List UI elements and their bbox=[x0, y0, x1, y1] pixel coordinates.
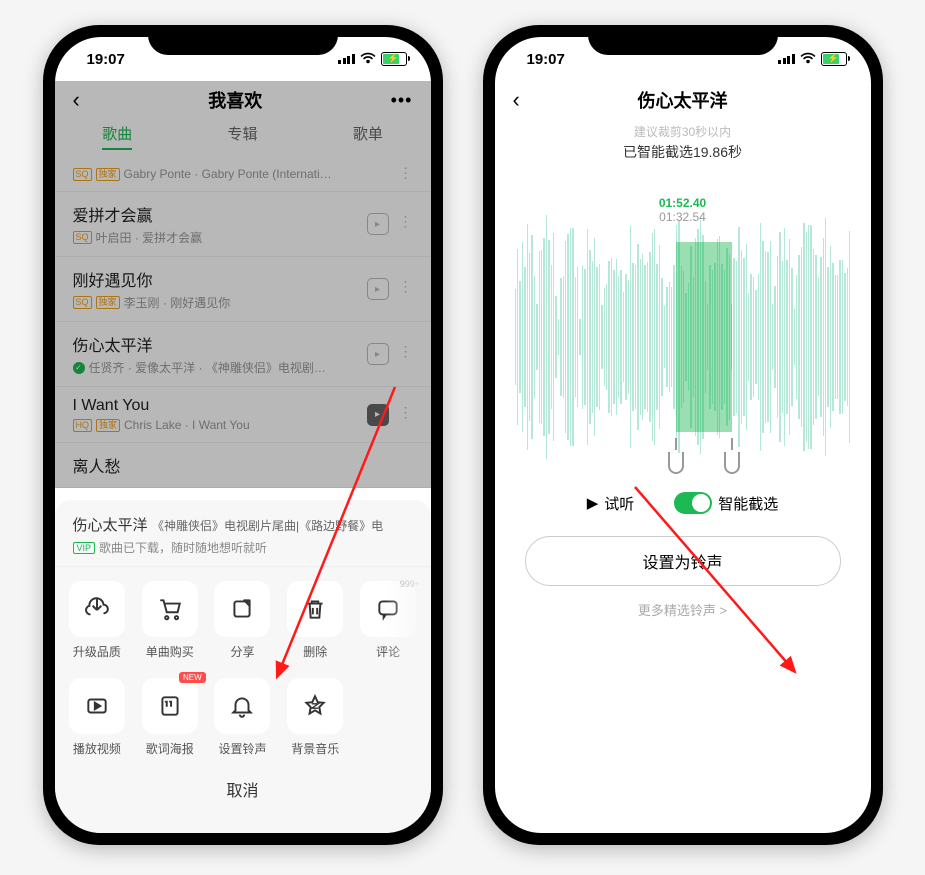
action-ringtone[interactable]: 设置铃声 bbox=[210, 678, 275, 757]
status-bar: 19:07 ⚡ bbox=[55, 37, 431, 81]
battery-icon: ⚡ bbox=[381, 52, 407, 66]
cancel-button[interactable]: 取消 bbox=[55, 761, 431, 821]
star-z-icon bbox=[302, 693, 328, 719]
more-ringtones-link[interactable]: 更多精选铃声 > bbox=[495, 600, 871, 619]
status-time: 19:07 bbox=[87, 51, 125, 68]
signal-icon bbox=[338, 54, 355, 64]
trash-icon bbox=[302, 596, 328, 622]
selection-range[interactable] bbox=[676, 242, 732, 474]
battery-icon: ⚡ bbox=[821, 52, 847, 66]
action-upgrade[interactable]: 升级品质 bbox=[65, 581, 130, 660]
selection-handle-right[interactable] bbox=[724, 438, 740, 474]
action-row-1: 升级品质 单曲购买 分享 删除 999+ 评论 bbox=[55, 567, 431, 664]
action-video[interactable]: 播放视频 bbox=[65, 678, 130, 757]
vip-badge: VIP bbox=[73, 542, 96, 554]
smart-trim-toggle[interactable]: 智能截选 bbox=[674, 492, 778, 514]
nav-bar: ‹ 伤心太平洋 bbox=[495, 81, 871, 119]
signal-icon bbox=[778, 54, 795, 64]
back-button[interactable]: ‹ bbox=[513, 87, 520, 113]
waveform-editor[interactable]: 01:52.40 01:32.54 bbox=[515, 242, 851, 432]
bell-icon bbox=[229, 693, 255, 719]
wifi-icon bbox=[800, 51, 816, 67]
selection-handle-left[interactable] bbox=[668, 438, 684, 474]
sheet-title: 伤心太平洋 bbox=[73, 517, 148, 534]
action-comment[interactable]: 999+ 评论 bbox=[356, 581, 421, 660]
set-ringtone-button[interactable]: 设置为铃声 bbox=[525, 536, 841, 586]
play-icon: ▶ bbox=[587, 494, 599, 512]
sheet-desc: 《神雕侠侣》电视剧片尾曲|《路边野餐》电 bbox=[152, 519, 383, 533]
time-labels: 01:52.40 01:32.54 bbox=[659, 196, 706, 224]
lyrics-poster-icon bbox=[157, 693, 183, 719]
download-upgrade-icon bbox=[84, 596, 110, 622]
sheet-note: 歌曲已下载，随时随地想听就听 bbox=[99, 539, 267, 556]
modal-scrim[interactable] bbox=[55, 81, 431, 488]
toggle-switch[interactable] bbox=[674, 492, 712, 514]
status-time: 19:07 bbox=[527, 51, 565, 68]
new-badge: NEW bbox=[179, 672, 206, 683]
preview-button[interactable]: ▶ 试听 bbox=[587, 493, 635, 514]
share-icon bbox=[229, 596, 255, 622]
action-lyrics[interactable]: NEW 歌词海报 bbox=[137, 678, 202, 757]
trim-status: 已智能截选19.86秒 bbox=[495, 142, 871, 162]
action-bgmusic[interactable]: 背景音乐 bbox=[283, 678, 348, 757]
action-sheet: 伤心太平洋 《神雕侠侣》电视剧片尾曲|《路边野餐》电 VIP歌曲已下载，随时随地… bbox=[55, 500, 431, 833]
cart-icon bbox=[157, 596, 183, 622]
status-bar: 19:07 ⚡ bbox=[495, 37, 871, 81]
trim-hint: 建议裁剪30秒以内 bbox=[495, 123, 871, 140]
action-share[interactable]: 分享 bbox=[210, 581, 275, 660]
comment-icon bbox=[375, 596, 401, 622]
video-icon bbox=[84, 693, 110, 719]
phone-right: 19:07 ⚡ ‹ 伤心太平洋 建议裁剪30秒以内 已智能截选19.86秒 01… bbox=[483, 25, 883, 845]
action-buy[interactable]: 单曲购买 bbox=[137, 581, 202, 660]
action-row-2: 播放视频 NEW 歌词海报 设置铃声 背景音乐 . bbox=[55, 664, 431, 761]
action-delete[interactable]: 删除 bbox=[283, 581, 348, 660]
wifi-icon bbox=[360, 51, 376, 67]
page-title: 伤心太平洋 bbox=[638, 87, 728, 113]
phone-left: 19:07 ⚡ ‹ 我喜欢 ••• 歌曲 专辑 歌单 SQ独家Gabry Pon… bbox=[43, 25, 443, 845]
